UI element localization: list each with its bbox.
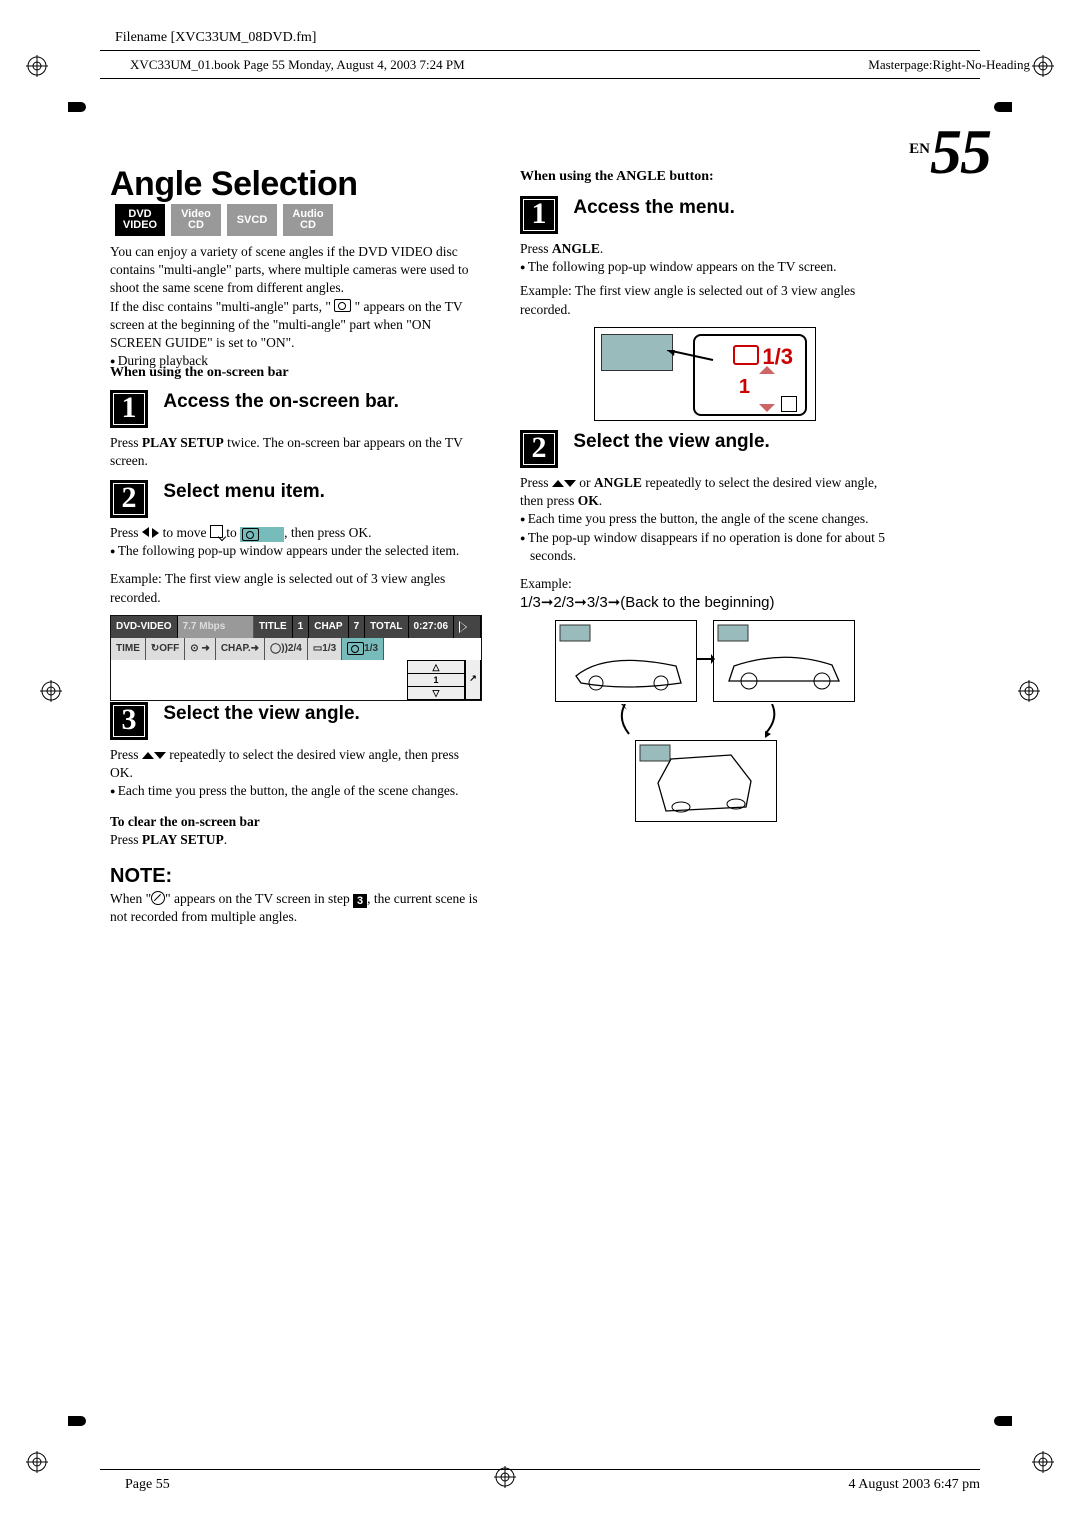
registration-mark-icon xyxy=(1018,680,1040,702)
header-rule xyxy=(100,50,980,51)
cursor-icon: ↗ xyxy=(465,660,481,700)
header-bookline: XVC33UM_01.book Page 55 Monday, August 4… xyxy=(130,57,465,73)
step-body: Press PLAY SETUP. xyxy=(110,831,480,849)
crop-mark xyxy=(994,1416,1012,1426)
camera-icon xyxy=(347,642,364,655)
footer-timestamp: 4 August 2003 6:47 pm xyxy=(849,1477,980,1493)
intro-text: You can enjoy a variety of scene angles … xyxy=(110,243,480,371)
subheading: When using the on-screen bar xyxy=(110,364,480,383)
step-title: Select the view angle. xyxy=(573,431,769,452)
osd-angle-up: △ xyxy=(408,660,464,673)
angle-sequence: 1/3➞2/3➞3/3➞(Back to the beginning) xyxy=(520,593,890,613)
step-bullet: The following pop-up window appears on t… xyxy=(520,258,890,276)
subheading: When using the ANGLE button: xyxy=(520,168,890,187)
step-title: Select menu item. xyxy=(163,481,325,502)
step-number-1: 1 xyxy=(520,196,558,234)
step-number-3: 3 xyxy=(110,702,148,740)
scene-thumb xyxy=(601,334,673,371)
step-ref-3: 3 xyxy=(353,894,367,908)
play-icon xyxy=(459,621,467,633)
arrow-icon xyxy=(615,704,915,924)
cursor-icon xyxy=(210,525,223,538)
step-bullet: Each time you press the button, the angl… xyxy=(110,782,480,800)
subheading: To clear the on-screen bar xyxy=(110,813,480,831)
crop-mark xyxy=(68,102,86,112)
footer-rule xyxy=(100,1469,980,1470)
step-bullet: Each time you press the button, the angl… xyxy=(520,510,890,528)
prohibit-icon xyxy=(151,891,165,905)
registration-mark-icon xyxy=(1032,1451,1054,1473)
badge-dvd-video: DVDVIDEO xyxy=(115,204,165,236)
registration-mark-icon xyxy=(26,1451,48,1473)
section-title: Angle Selection xyxy=(110,165,358,204)
crop-mark xyxy=(994,102,1012,112)
registration-mark-icon xyxy=(1032,55,1054,77)
crop-mark xyxy=(68,1416,86,1426)
example-label: Example: The first view angle is selecte… xyxy=(520,282,890,318)
note-body: When "" appears on the TV screen in step… xyxy=(110,890,480,926)
angle-current: 1 xyxy=(739,374,750,401)
note-heading: NOTE: xyxy=(110,863,480,890)
osd-angle-value: 1 xyxy=(408,673,464,686)
step-body: Press ANGLE. xyxy=(520,240,890,258)
osd-example: DVD-VIDEO 7.7 Mbps TITLE1 CHAP7 TOTAL0:2… xyxy=(110,615,482,701)
header-masterpage: Masterpage:Right-No-Heading xyxy=(868,57,1030,73)
camera-icon xyxy=(334,299,351,312)
step-number-1: 1 xyxy=(110,390,148,428)
header-filename: Filename [XVC33UM_08DVD.fm] xyxy=(115,30,316,46)
example-label: Example: xyxy=(520,575,890,593)
step-body: Press to move to , then press OK. xyxy=(110,524,480,542)
header-rule xyxy=(100,78,980,79)
up-icon xyxy=(759,366,775,374)
registration-mark-icon xyxy=(26,55,48,77)
step-number-2: 2 xyxy=(110,480,148,518)
camera-icon xyxy=(733,345,759,365)
pointer-line xyxy=(667,350,717,370)
badge-audio-cd: AudioCD xyxy=(283,204,333,236)
footer-page: Page 55 xyxy=(125,1477,170,1493)
step-body: Press or ANGLE repeatedly to select the … xyxy=(520,474,890,510)
badge-svcd: SVCD xyxy=(227,204,277,236)
step-title: Select the view angle. xyxy=(163,703,359,724)
registration-mark-icon xyxy=(40,680,62,702)
car-angle-illustration xyxy=(555,620,855,840)
step-bullet: The following pop-up window appears unde… xyxy=(110,542,480,560)
example-label: Example: The first view angle is selecte… xyxy=(110,570,480,606)
step-body: Press PLAY SETUP twice. The on-screen ba… xyxy=(110,434,480,470)
step-bullet: The pop-up window disappears if no opera… xyxy=(520,529,890,565)
disc-badges: DVDVIDEO VideoCD SVCD AudioCD xyxy=(115,204,333,236)
page-number: EN55 xyxy=(909,115,990,189)
cursor-icon xyxy=(781,396,797,412)
step-title: Access the on-screen bar. xyxy=(163,391,399,412)
badge-video-cd: VideoCD xyxy=(171,204,221,236)
step-body: Press repeatedly to select the desired v… xyxy=(110,746,480,782)
angle-popup: 1/3 1 xyxy=(594,327,816,421)
camera-icon xyxy=(242,528,259,541)
osd-angle-down: ▽ xyxy=(408,686,464,699)
down-icon xyxy=(759,404,775,412)
step-number-2: 2 xyxy=(520,430,558,468)
step-title: Access the menu. xyxy=(573,197,735,218)
